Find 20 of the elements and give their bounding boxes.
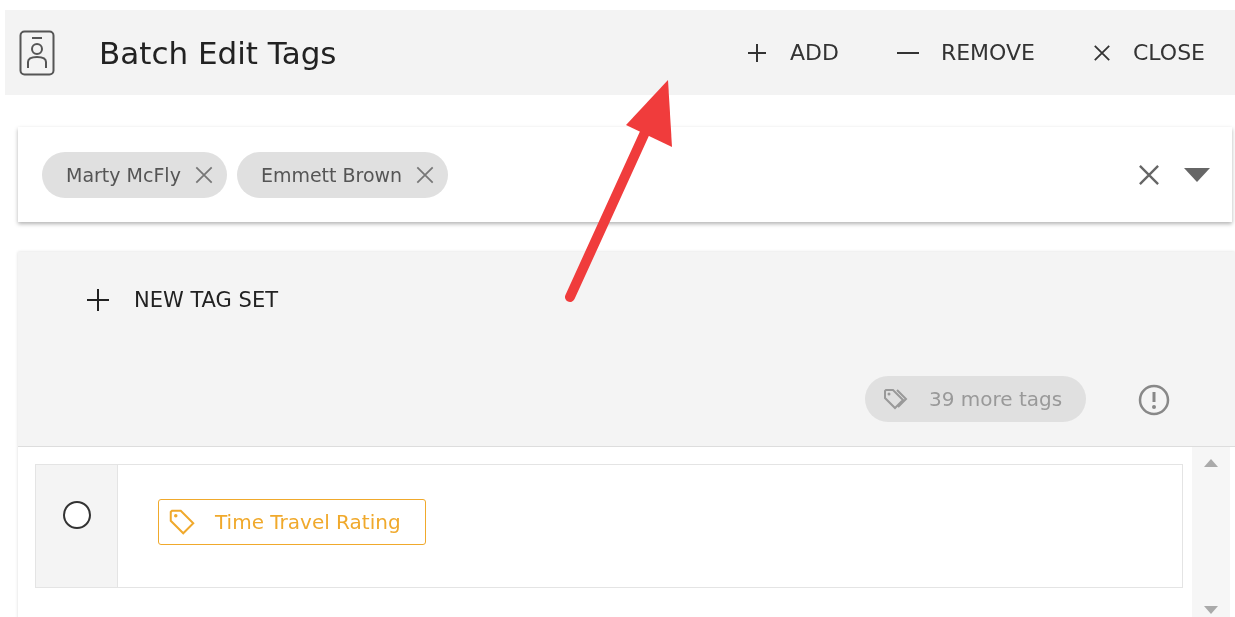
new-tag-set-button[interactable]: NEW TAG SET: [80, 287, 284, 313]
close-icon: [1093, 43, 1111, 62]
badge-icon: [19, 29, 55, 76]
minus-icon: [896, 50, 919, 55]
add-button[interactable]: ADD: [746, 32, 839, 73]
radio-button[interactable]: [62, 501, 91, 529]
scrollbar[interactable]: [1192, 447, 1230, 617]
close-button[interactable]: CLOSE: [1093, 32, 1205, 73]
tag-icon: [167, 507, 197, 537]
dialog-title: Batch Edit Tags: [99, 34, 337, 71]
plus-icon: [86, 288, 110, 312]
dropdown-icon[interactable]: [1184, 167, 1210, 182]
selected-users-field[interactable]: Marty McFly Emmett Brown: [18, 127, 1232, 222]
alert-icon[interactable]: [1138, 384, 1170, 416]
chip-label: Marty McFly: [66, 163, 181, 186]
chip-label: Emmett Brown: [260, 163, 403, 186]
scroll-up-icon[interactable]: [1204, 459, 1218, 467]
scroll-down-icon[interactable]: [1204, 606, 1218, 614]
plus-icon: [746, 41, 768, 64]
remove-button[interactable]: REMOVE: [896, 32, 1035, 73]
